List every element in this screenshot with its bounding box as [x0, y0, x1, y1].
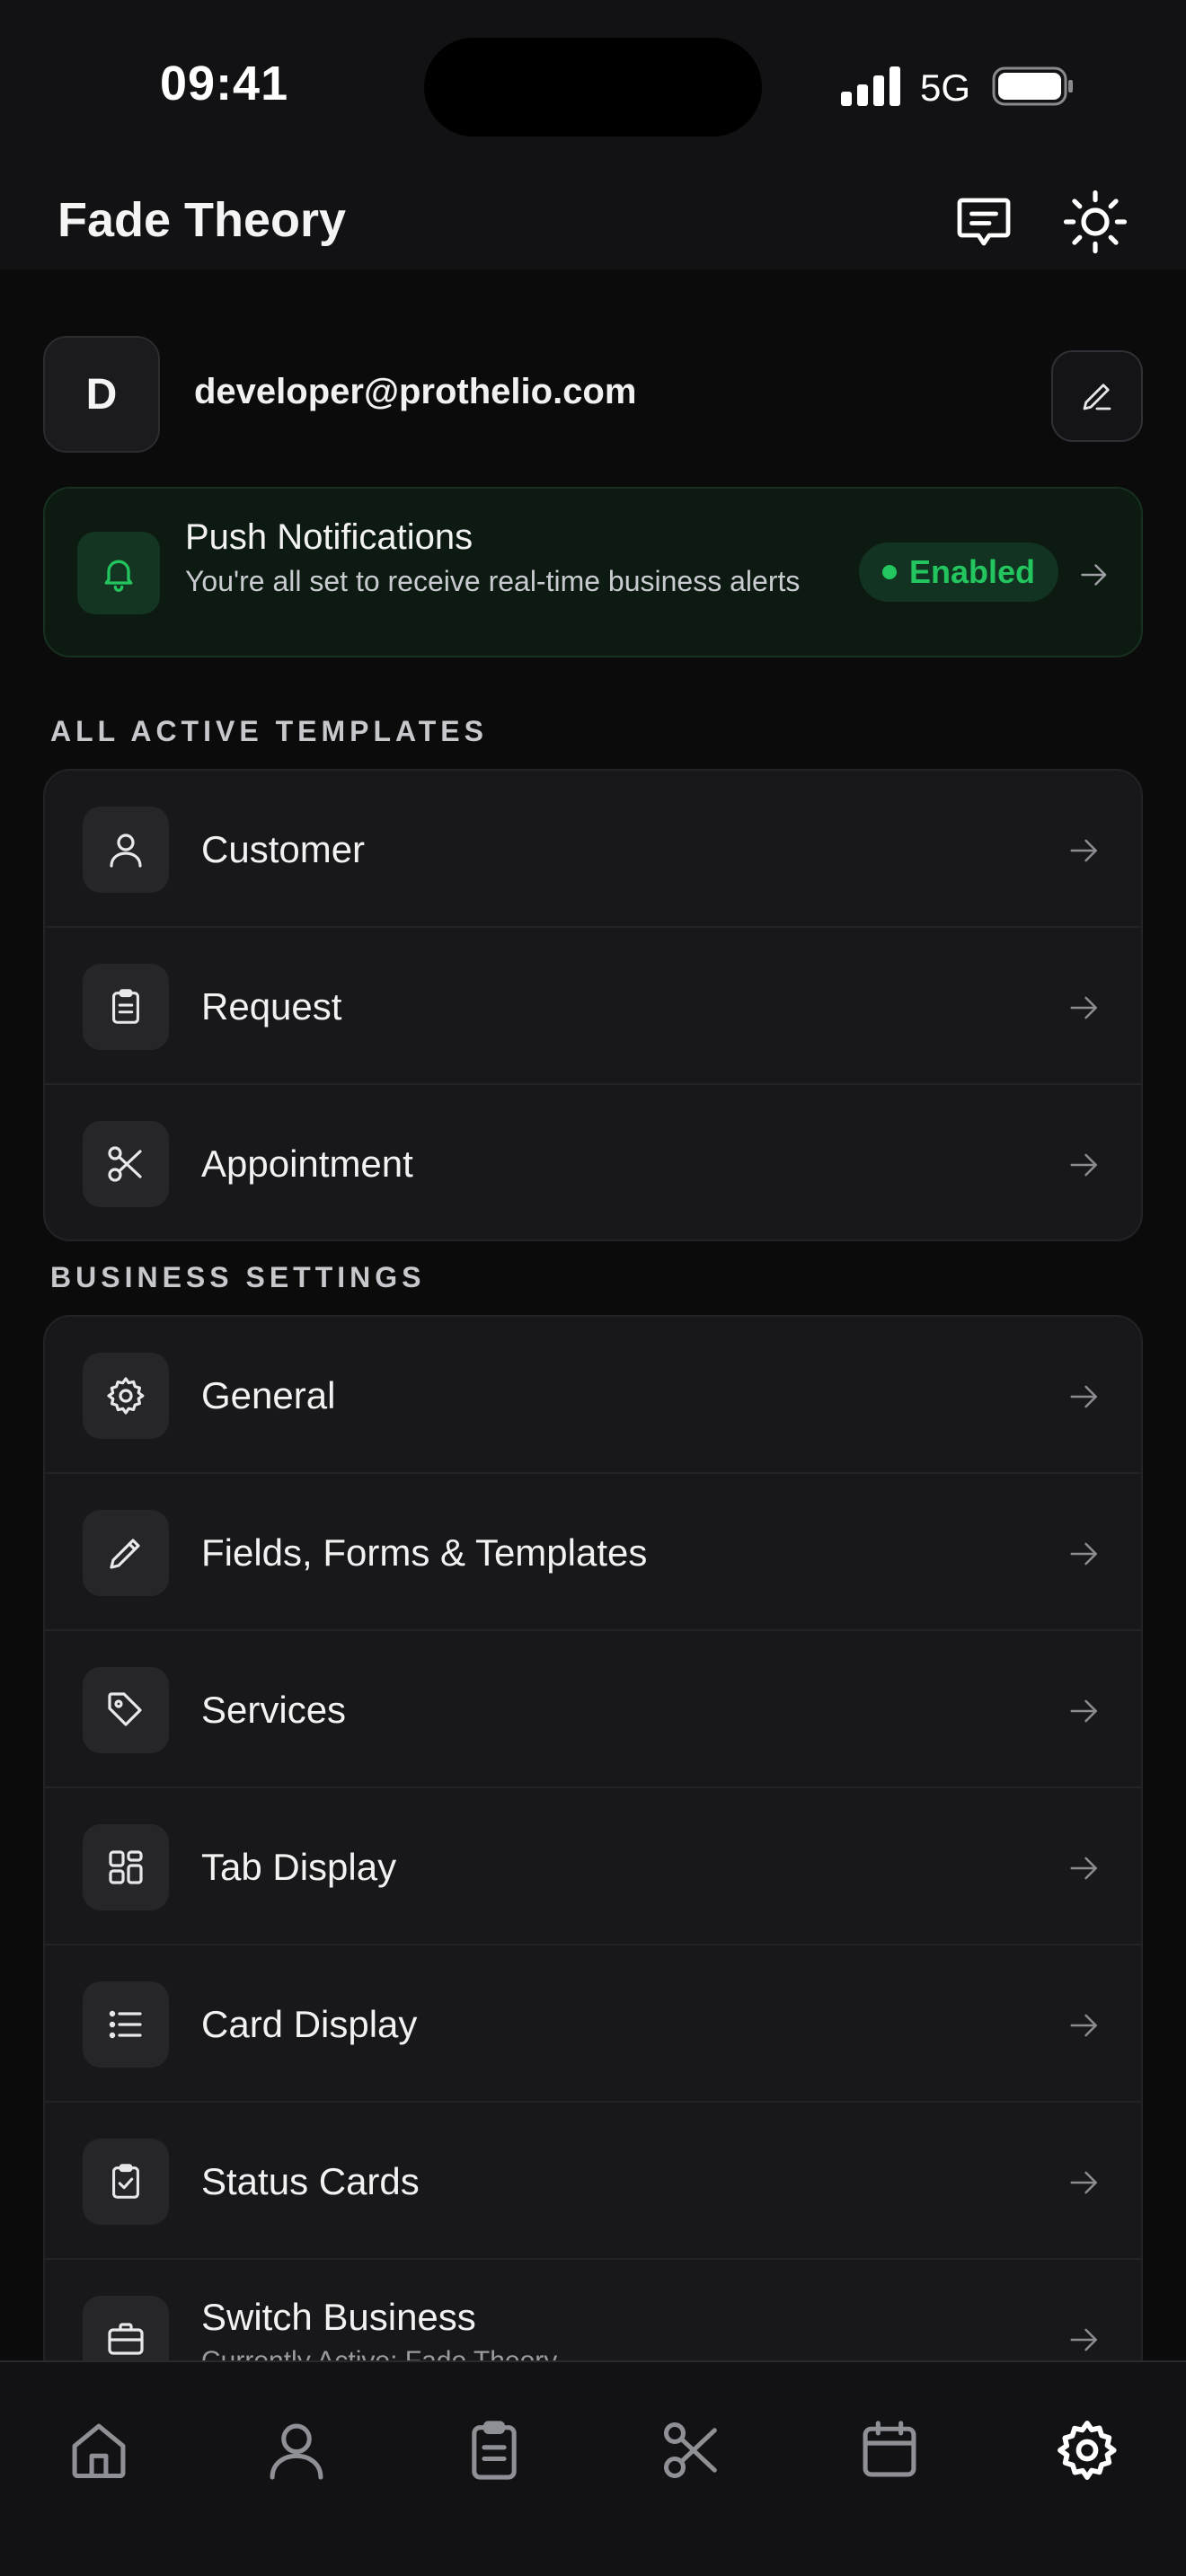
- network-label: 5G: [920, 66, 971, 109]
- messages-button[interactable]: [945, 183, 1022, 260]
- sun-icon: [1063, 190, 1128, 254]
- arrow-right-icon: [1070, 1542, 1097, 1566]
- templates-list: Customer Request Appointment: [43, 769, 1143, 1241]
- list-item-label: Services: [201, 1689, 347, 1731]
- bell-icon: [104, 560, 133, 592]
- arrow-right-icon: [1070, 2014, 1097, 2037]
- signal-icon: [841, 66, 900, 106]
- arrow-right-icon: [1070, 2328, 1097, 2351]
- clipboard-check-icon: [112, 2164, 139, 2199]
- list-item-customer[interactable]: Customer: [45, 771, 1141, 928]
- profile-row: D developer@prothelio.com: [43, 336, 1143, 454]
- pencil-icon: [110, 1539, 140, 1569]
- business-settings-list: General Fields, Forms & Templates Servic…: [43, 1315, 1143, 2483]
- arrow-right-icon: [1070, 1857, 1097, 1880]
- avatar: D: [43, 336, 160, 453]
- scissors-icon: [108, 1146, 142, 1182]
- layout-grid-icon: [109, 1850, 143, 1884]
- arrow-right-icon: [1070, 996, 1097, 1019]
- edit-profile-button[interactable]: [1051, 350, 1143, 442]
- status-time: 09:41: [160, 57, 289, 110]
- status-dot: [881, 565, 897, 579]
- app-header: Fade Theory: [0, 176, 1186, 269]
- scissors-icon: [663, 2422, 717, 2479]
- tab-home[interactable]: [61, 2413, 137, 2488]
- arrow-right-icon: [1070, 2171, 1097, 2194]
- list-item-label: Switch Business: [201, 2296, 476, 2338]
- list-item-request[interactable]: Request: [45, 928, 1141, 1085]
- user-icon: [270, 2423, 323, 2480]
- list-item-general[interactable]: General: [45, 1317, 1141, 1474]
- tag-icon: [108, 1692, 142, 1726]
- calendar-icon: [863, 2421, 916, 2477]
- list-item-services[interactable]: Services: [45, 1631, 1141, 1788]
- theme-toggle-button[interactable]: [1057, 183, 1134, 260]
- list-item-label: Appointment: [201, 1142, 413, 1185]
- clipboard-icon: [112, 989, 139, 1024]
- arrow-right-icon: [1070, 1153, 1097, 1177]
- message-icon: [957, 198, 1011, 246]
- list-icon: [109, 2010, 142, 2039]
- clipboard-icon: [472, 2421, 517, 2480]
- list-item-label: Fields, Forms & Templates: [201, 1531, 648, 1574]
- arrow-right-icon: [1070, 839, 1097, 862]
- notification-subtitle: You're all set to receive real-time busi…: [185, 565, 801, 597]
- user-icon: [110, 834, 142, 868]
- notification-title: Push Notifications: [185, 517, 474, 557]
- pencil-icon: [1083, 384, 1111, 410]
- tab-bar: [0, 2360, 1186, 2576]
- tab-customers[interactable]: [259, 2413, 334, 2488]
- briefcase-icon: [108, 2323, 144, 2355]
- arrow-right-icon: [1070, 1699, 1097, 1723]
- tab-settings[interactable]: [1049, 2413, 1125, 2488]
- arrow-right-icon: [1081, 564, 1107, 586]
- list-item-label: Card Display: [201, 2003, 418, 2045]
- list-item-appointment[interactable]: Appointment: [45, 1085, 1141, 1239]
- tab-calendar[interactable]: [852, 2413, 927, 2488]
- list-item-card-display[interactable]: Card Display: [45, 1945, 1141, 2103]
- gear-icon: [107, 1377, 145, 1415]
- list-item-label: Request: [201, 985, 342, 1028]
- section-title-templates: ALL ACTIVE TEMPLATES: [50, 715, 488, 747]
- status-badge-label: Enabled: [908, 553, 1036, 590]
- list-item-label: General: [201, 1374, 336, 1416]
- user-email: developer@prothelio.com: [194, 372, 637, 411]
- bell-icon-container: [77, 532, 160, 614]
- status-bar: 09:41 5G: [0, 0, 1186, 176]
- push-notifications-card[interactable]: Push Notifications You're all set to rec…: [43, 487, 1143, 657]
- gear-icon: [1058, 2421, 1117, 2480]
- status-badge: Enabled: [859, 543, 1058, 602]
- list-item-label: Tab Display: [201, 1846, 397, 1888]
- tab-requests[interactable]: [456, 2413, 532, 2488]
- list-item-label: Customer: [201, 828, 366, 870]
- dynamic-island: [424, 38, 762, 137]
- section-title-business-settings: BUSINESS SETTINGS: [50, 1261, 426, 1293]
- list-item-fields-forms-templates[interactable]: Fields, Forms & Templates: [45, 1474, 1141, 1631]
- list-item-label: Status Cards: [201, 2160, 420, 2202]
- page-title: Fade Theory: [58, 193, 347, 247]
- battery-icon: [992, 66, 1073, 106]
- list-item-status-cards[interactable]: Status Cards: [45, 2103, 1141, 2260]
- arrow-right-icon: [1070, 1385, 1097, 1408]
- tab-appointments[interactable]: [654, 2413, 730, 2488]
- home-icon: [72, 2423, 126, 2479]
- list-item-tab-display[interactable]: Tab Display: [45, 1788, 1141, 1945]
